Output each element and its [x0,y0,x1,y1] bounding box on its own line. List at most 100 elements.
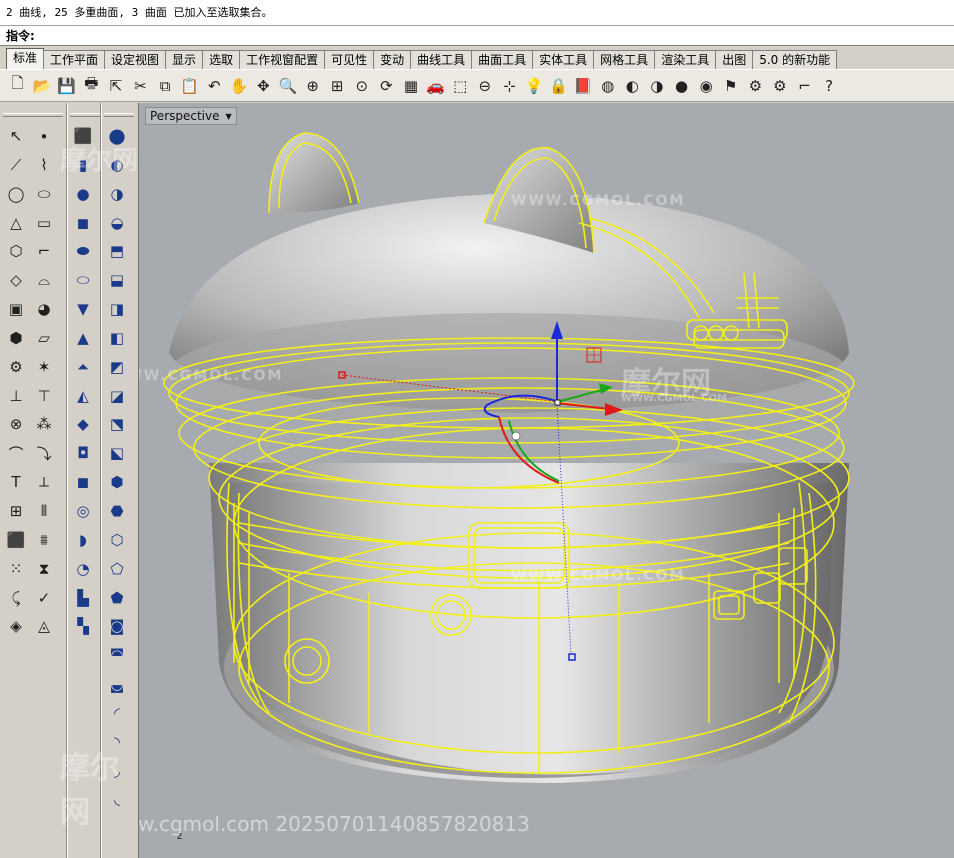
check-icon[interactable]: ✓ [31,585,57,611]
boolean-icon[interactable]: ⊗ [3,411,29,437]
polyline-icon[interactable]: ⟋ [3,152,29,178]
curve-control-icon[interactable]: ⌇ [31,152,57,178]
flag-icon[interactable]: ⚑ [719,73,742,99]
toolbar-grip[interactable] [104,113,134,117]
viewport-title-menu[interactable]: Perspective ▼ [145,107,237,125]
select-icon[interactable]: ↖ [3,123,29,149]
cut-icon[interactable]: ✂ [129,73,152,99]
explode-icon[interactable]: ✶ [31,354,57,380]
rotate-view-icon[interactable]: ⟳ [375,73,398,99]
solid-cube-icon[interactable]: ◼ [70,469,96,495]
ellipse-icon[interactable]: ⬭ [31,181,57,207]
dimension-icon[interactable]: ⟂ [31,469,57,495]
sphere-solid-icon[interactable]: ◕ [31,296,57,322]
grasshopper-icon[interactable]: ⌐ [793,73,816,99]
command-input[interactable] [38,28,889,43]
grid-snap-icon[interactable]: ⊹ [498,73,521,99]
options-icon[interactable]: ⚙ [768,73,791,99]
new-file-icon[interactable]: 🗋 [6,73,29,99]
cube-blue-icon[interactable]: ◼ [70,210,96,236]
polygon-icon[interactable]: ⬡ [3,238,29,264]
render-sphere-icon[interactable]: ● [670,73,693,99]
move-hole-icon[interactable]: ◛ [104,671,130,697]
perspective-viewport[interactable]: Perspective ▼ 摩尔网 WWW.CGMOL.COM WWW.CGMO… [138,103,954,858]
extrude-face-icon[interactable]: ⬒ [104,238,130,264]
solid-edit-icon[interactable]: ⬟ [104,585,130,611]
tab-0[interactable]: 标准 [6,48,45,69]
extrude-icon[interactable]: ⬢ [3,325,29,351]
cylinder-icon[interactable]: ▮ [70,152,96,178]
shaded-sphere-icon[interactable]: ◐ [621,73,644,99]
trim-icon[interactable]: ⊥ [3,383,29,409]
wedge-icon[interactable]: ◆ [70,411,96,437]
cone-icon[interactable]: ▲ [70,325,96,351]
paste-icon[interactable]: 📋 [178,73,201,99]
sphere-icon[interactable]: ● [70,181,96,207]
four-viewports-icon[interactable]: ▦ [400,73,423,99]
ghosted-sphere-icon[interactable]: ◑ [645,73,668,99]
torus-icon[interactable]: ◎ [70,498,96,524]
ellipsoid-icon[interactable]: ⬬ [70,238,96,264]
move-view-icon[interactable]: ✥ [252,73,275,99]
snap-icon[interactable]: ⊖ [473,73,496,99]
wire-cut-icon[interactable]: ⬕ [104,440,130,466]
split-icon[interactable]: ⊤ [31,383,57,409]
tab-13[interactable]: 出图 [715,50,754,69]
thicken-icon[interactable]: ⬢ [104,469,130,495]
render-mesh-icon[interactable]: ⩩ [31,527,57,553]
lock-icon[interactable]: 🔒 [547,73,570,99]
torus-flat-icon[interactable]: ⬭ [70,267,96,293]
arc-icon[interactable]: ⌒ [3,440,29,466]
extrude-taper-icon[interactable]: ◞ [104,758,130,784]
color-wheel-icon[interactable]: ◍ [596,73,619,99]
boolean-split-icon[interactable]: ◒ [104,210,130,236]
tab-12[interactable]: 渲染工具 [654,50,717,69]
move-edge-icon[interactable]: ⬣ [104,498,130,524]
rotate-face-icon[interactable]: ◚ [104,642,130,668]
tab-8[interactable]: 曲线工具 [410,50,473,69]
bend-icon[interactable]: ⤹ [3,585,29,611]
tab-3[interactable]: 显示 [165,50,204,69]
tab-7[interactable]: 变动 [373,50,412,69]
pipe-icon[interactable]: ◗ [70,527,96,553]
block-icon[interactable]: ⬛ [3,527,29,553]
zoom-window-icon[interactable]: ⊕ [301,73,324,99]
undo-icon[interactable]: ↶ [203,73,226,99]
copy-icon[interactable]: ⧉ [154,73,177,99]
paraboloid-icon[interactable]: ▼ [70,296,96,322]
analyze-icon[interactable]: ◈ [3,613,29,639]
open-file-icon[interactable]: 📂 [31,73,54,99]
text-icon[interactable]: T [3,469,29,495]
save-icon[interactable]: 💾 [55,73,78,99]
tab-10[interactable]: 实体工具 [532,50,595,69]
fillet-curve-icon[interactable]: ⌐ [31,238,57,264]
solid-fillet-icon[interactable]: ◩ [104,354,130,380]
extract-surface-icon[interactable]: ◨ [104,296,130,322]
import-icon[interactable]: ⇱ [104,73,127,99]
merge-edge-icon[interactable]: ⬠ [104,556,130,582]
tab-11[interactable]: 网格工具 [593,50,656,69]
light-bulb-icon[interactable]: 💡 [522,73,545,99]
tab-14[interactable]: 5.0 的新功能 [752,50,838,69]
array-icon[interactable]: ⊞ [3,498,29,524]
boolean-diff-icon[interactable]: ◐ [104,152,130,178]
group-icon[interactable]: ⁂ [31,411,57,437]
truncated-cone-icon[interactable]: ⏶ [70,354,96,380]
delete-hole-icon[interactable]: ◝ [104,729,130,755]
settings-gears-icon[interactable]: ⚙ [744,73,767,99]
cplane-icon[interactable]: ⬚ [449,73,472,99]
toolbar-grip[interactable] [3,113,63,117]
help-icon[interactable]: ? [818,73,841,99]
car-icon[interactable]: 🚗 [424,73,447,99]
tab-9[interactable]: 曲面工具 [471,50,534,69]
move-face-icon[interactable]: ⬔ [104,411,130,437]
surface-edge-icon[interactable]: ◇ [3,267,29,293]
boolean-union-icon[interactable]: ⬤ [104,123,130,149]
point-grid-icon[interactable]: ⁙ [3,556,29,582]
print-icon[interactable]: 🖶 [80,73,103,99]
loft-icon[interactable]: ⌓ [31,267,57,293]
tube-icon[interactable]: ◘ [70,440,96,466]
tab-5[interactable]: 工作视窗配置 [239,50,326,69]
layer-icon[interactable]: 📕 [572,73,595,99]
cap-icon[interactable]: ▚ [70,613,96,639]
